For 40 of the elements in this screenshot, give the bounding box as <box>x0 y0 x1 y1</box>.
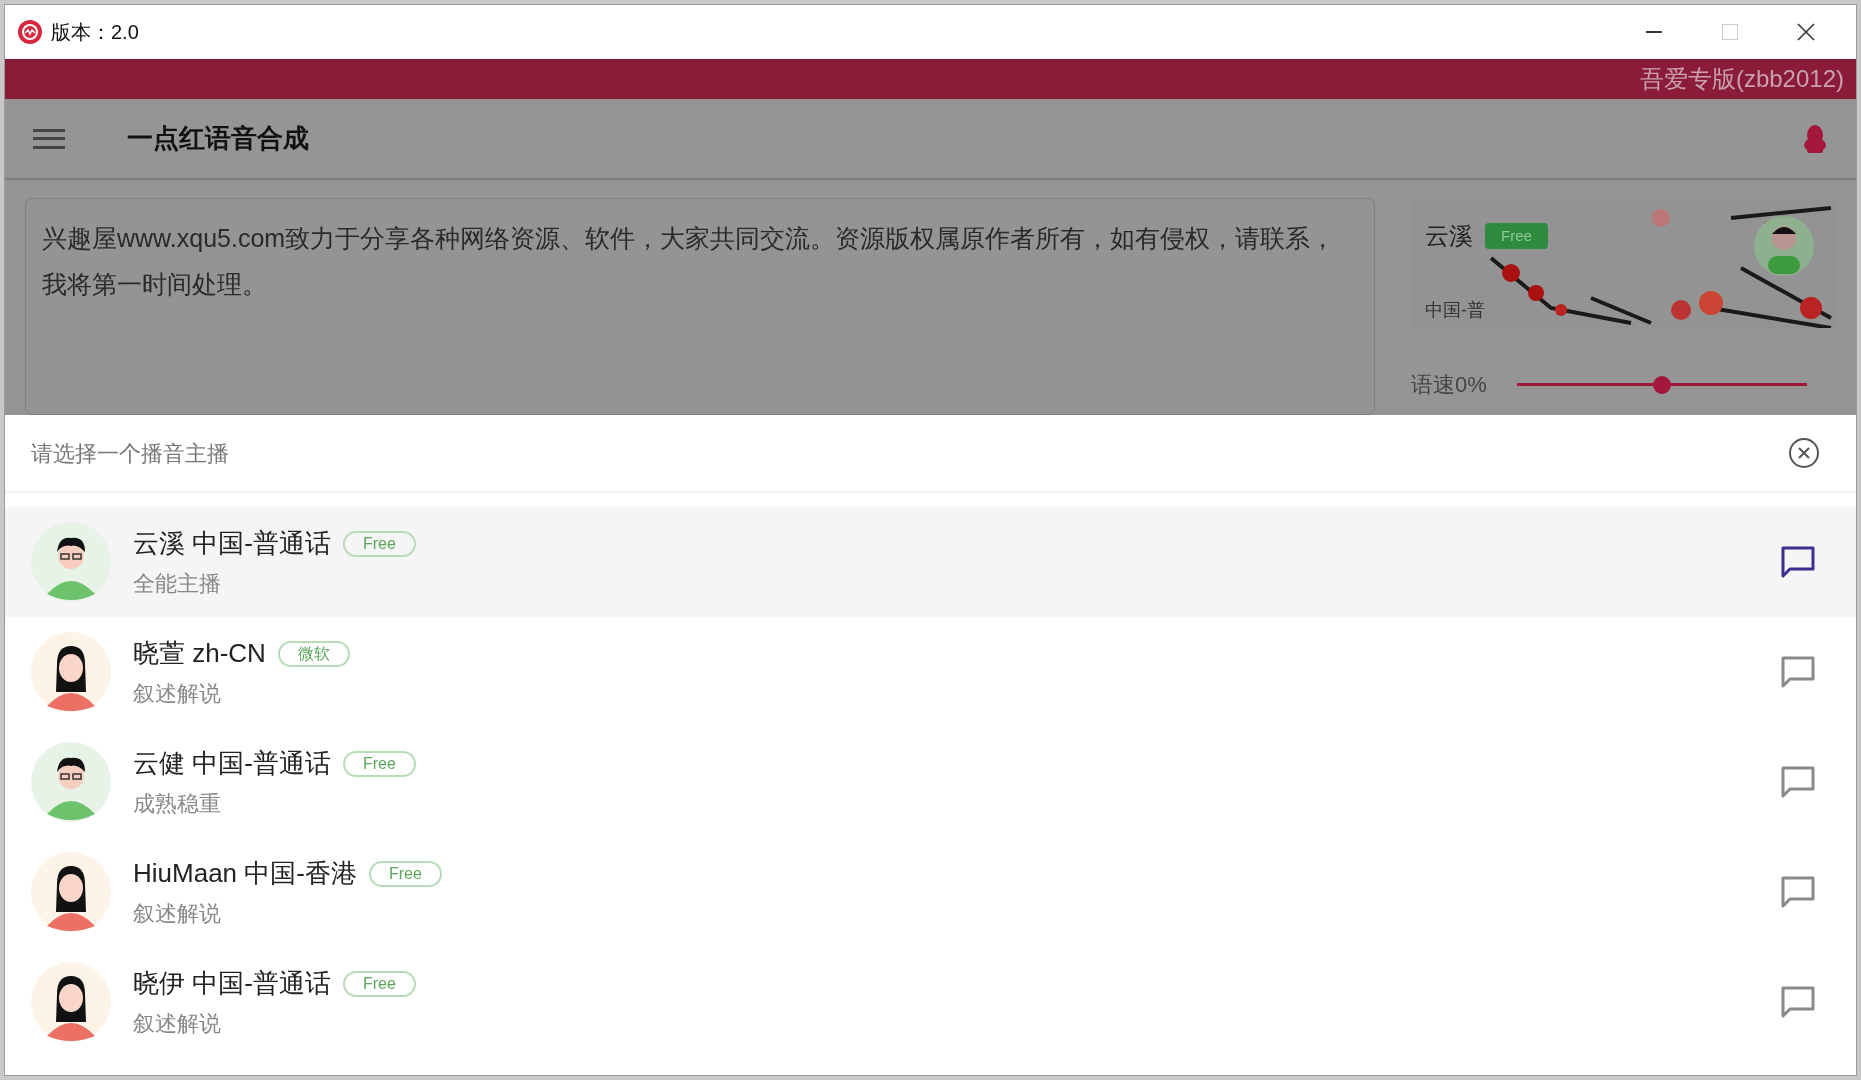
voice-badge: 微软 <box>277 640 350 667</box>
voice-badge: Free <box>342 530 416 557</box>
voice-description: 叙述解说 <box>133 1010 222 1038</box>
voice-list-item[interactable]: 云溪 中国-普通话 Free 全能主播 <box>5 507 1856 617</box>
voice-name: 晓萱 zh-CN <box>133 637 266 670</box>
app-logo-icon <box>17 19 43 45</box>
close-icon <box>1797 23 1815 41</box>
minimize-icon <box>1646 31 1662 33</box>
avatar-icon <box>31 632 111 712</box>
penguin-icon[interactable] <box>1802 123 1828 154</box>
avatar-icon <box>31 742 111 822</box>
free-badge: Free <box>1485 222 1548 250</box>
app-title: 一点红语音合成 <box>127 122 309 155</box>
voice-name: 云健 中国-普通话 <box>133 747 331 780</box>
voice-locale: 中国-普 <box>1425 299 1485 322</box>
avatar-icon <box>31 852 111 932</box>
voice-description: 叙述解说 <box>133 680 222 708</box>
chat-bubble-icon[interactable] <box>1780 545 1816 579</box>
sheet-title: 请选择一个播音主播 <box>31 439 229 468</box>
voice-description: 成熟稳重 <box>133 790 222 818</box>
voice-name: 云溪 中国-普通话 <box>133 527 331 560</box>
text-input[interactable]: 兴趣屋www.xqu5.com致力于分享各种网络资源、软件，大家共同交流。资源版权属原作者所有，如有侵权，请联系，我将第一时间处理。 <box>25 198 1375 415</box>
voice-badge: Free <box>342 750 416 777</box>
input-text: 兴趣屋www.xqu5.com致力于分享各种网络资源、软件，大家共同交流。资源版权属原作者所有，如有侵权，请联系，我将第一时间处理。 <box>42 223 1337 300</box>
speed-label: 语速0% <box>1411 371 1487 399</box>
close-button[interactable] <box>1788 437 1820 469</box>
voice-description: 叙述解说 <box>133 900 222 928</box>
edition-label: 吾爱专版(zbb2012) <box>1639 64 1844 94</box>
menu-button[interactable] <box>33 126 65 151</box>
window-title: 版本：2.0 <box>51 20 139 45</box>
voice-name: 晓伊 中国-普通话 <box>133 967 331 1000</box>
voice-name: HiuMaan 中国-香港 <box>133 857 357 890</box>
voice-badge: Free <box>368 860 442 887</box>
voice-badge: Free <box>342 970 416 997</box>
avatar-icon <box>31 962 111 1042</box>
voice-name: 云溪 <box>1425 221 1473 251</box>
speed-slider[interactable] <box>1516 374 1807 395</box>
maximize-icon <box>1722 24 1738 40</box>
voice-description: 全能主播 <box>133 570 222 598</box>
avatar-icon <box>31 522 111 602</box>
